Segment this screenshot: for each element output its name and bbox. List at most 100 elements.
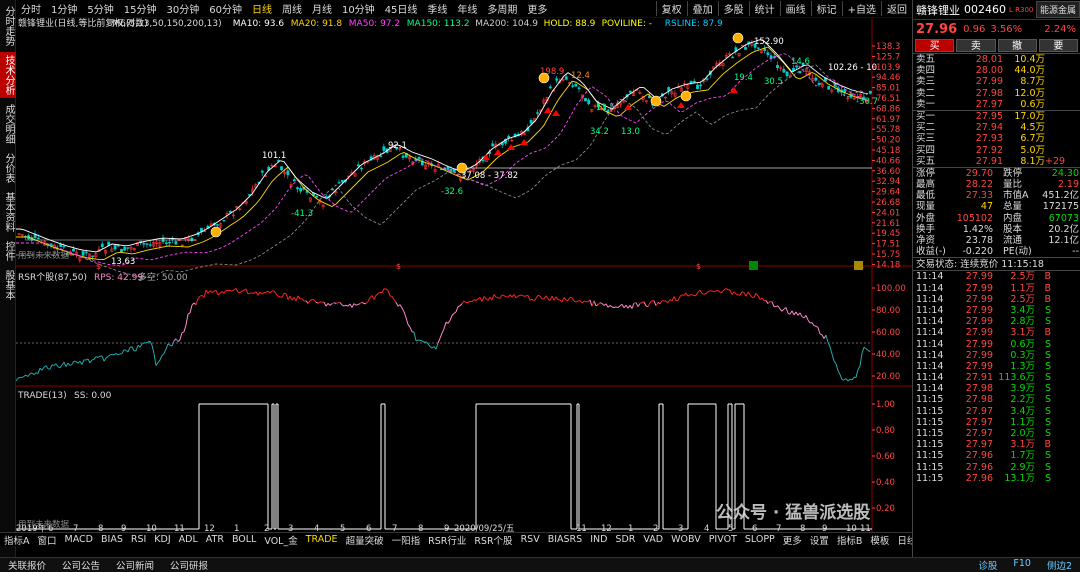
stat-value: 29.70: [965, 167, 993, 179]
period-tab[interactable]: 45日线: [380, 1, 423, 16]
action-button[interactable]: 要: [1038, 39, 1078, 52]
indicator-tab[interactable]: ATR: [202, 534, 228, 545]
period-tab[interactable]: 10分钟: [337, 1, 380, 16]
indicator-tab[interactable]: IND: [586, 534, 611, 545]
tick-side: B: [1044, 327, 1051, 339]
watermark-text: 公众号 · 猛兽派选股: [716, 502, 870, 523]
period-tab[interactable]: 日线: [247, 1, 277, 16]
status-link-right[interactable]: 侧边2: [1039, 558, 1080, 572]
indicator-tab[interactable]: VOL_金: [260, 533, 301, 547]
indicator-tab[interactable]: 超量突破: [342, 533, 388, 547]
chart-tool-button[interactable]: 叠加: [686, 1, 718, 16]
status-link-right[interactable]: 诊股: [970, 558, 1005, 572]
sidebar-tab[interactable]: 技术分析: [0, 52, 17, 98]
sector-name[interactable]: 能源金属: [1035, 1, 1080, 18]
chart-tool-button[interactable]: 多股: [717, 1, 749, 16]
candle-body: [536, 112, 539, 114]
indicator-tab[interactable]: SLOPP: [741, 534, 779, 545]
period-tab[interactable]: 周线: [277, 1, 307, 16]
period-tab[interactable]: 60分钟: [204, 1, 247, 16]
order-label: 卖五: [916, 54, 936, 65]
kline-chart[interactable]: 赣锋锂业(日线,等比前复权,对数)M6(5,13,50,150,200,13) M…: [16, 18, 912, 532]
action-button[interactable]: 买: [915, 39, 955, 52]
indicator-tab[interactable]: WOBV: [667, 534, 705, 545]
left-sidebar: 分时走势技术分析成交明细分价表基本资料控件股基本: [0, 0, 17, 560]
status-link[interactable]: 公司研报: [162, 558, 216, 572]
candle-body: [744, 47, 747, 50]
status-link[interactable]: 公司新闻: [108, 558, 162, 572]
stat-label: 净资: [916, 235, 936, 246]
tick-side: S: [1044, 472, 1051, 484]
candle-body: [222, 219, 226, 222]
indicator-tab[interactable]: RSI: [127, 534, 150, 545]
chart-tool-button[interactable]: +自选: [841, 1, 881, 16]
status-link[interactable]: 公司公告: [54, 558, 108, 572]
chart-tool-button[interactable]: 标记: [810, 1, 842, 16]
indicator-tab[interactable]: RSR行业: [424, 533, 470, 547]
action-button[interactable]: 撤: [997, 39, 1037, 52]
tick-side: S: [1044, 304, 1051, 316]
action-button[interactable]: 卖: [956, 39, 996, 52]
indicator-tab[interactable]: ADL: [175, 534, 202, 545]
rsr-segment: [501, 294, 505, 297]
indicator-tab[interactable]: BIASRS: [544, 534, 586, 545]
indicator-tab[interactable]: BIAS: [97, 534, 127, 545]
indicator-tab-right[interactable]: 指标B: [833, 533, 867, 547]
sidebar-tab[interactable]: 分时走势: [0, 3, 17, 49]
indicator-tab[interactable]: PIVOT: [705, 534, 741, 545]
order-row: 买二 27.94 4.5万: [913, 122, 1080, 133]
stat-row: 最低 27.33 市值A 451.2亿: [913, 190, 1080, 201]
indicator-tab[interactable]: 设置: [806, 533, 833, 547]
indicator-tab[interactable]: 更多: [779, 533, 806, 547]
tick-list: 11:14 27.99 2.5万 B 11:14 27.99 1.1万 B 11:14 27.99…: [913, 270, 1080, 484]
indicator-tab[interactable]: VAD: [639, 534, 667, 545]
indicator-tab[interactable]: 一阳指: [388, 533, 425, 547]
period-tab[interactable]: 多周期: [482, 1, 522, 16]
board-badge: L R300: [1009, 5, 1034, 14]
sidebar-tab[interactable]: 基本资料: [0, 189, 17, 235]
period-tab[interactable]: 15分钟: [119, 1, 162, 16]
candle-body: [782, 68, 786, 73]
indicator-tab[interactable]: RSV: [517, 534, 544, 545]
chart-tool-button[interactable]: 统计: [748, 1, 780, 16]
chart-tool-button[interactable]: 返回: [881, 1, 912, 16]
sidebar-tab[interactable]: 分价表: [0, 150, 17, 186]
indicator-tab-right[interactable]: 模板: [866, 533, 893, 547]
period-tab[interactable]: 30分钟: [161, 1, 204, 16]
indicator-tab[interactable]: TRADE: [302, 534, 342, 545]
sidebar-tab[interactable]: 控件: [0, 238, 17, 264]
chart-tool-button[interactable]: 复权: [655, 1, 687, 16]
period-tab[interactable]: 月线: [307, 1, 337, 16]
trade-tick: 0.80: [876, 426, 895, 436]
indicator-tab[interactable]: MACD: [61, 534, 97, 545]
period-tab[interactable]: 1分钟: [46, 1, 82, 16]
candle-body: [827, 85, 831, 90]
indicator-tab[interactable]: 窗口: [34, 533, 61, 547]
date-tick: 12: [204, 524, 215, 532]
tick-volume: 13.1万: [1004, 472, 1035, 484]
sidebar-tab[interactable]: 股基本: [0, 267, 17, 303]
sell-marker: $: [96, 262, 101, 271]
rsr-segment: [611, 306, 615, 309]
status-link[interactable]: 关联报价: [0, 558, 54, 572]
chart-tool-button[interactable]: 画线: [779, 1, 811, 16]
indicator-tab[interactable]: 指标A: [0, 533, 34, 547]
sidebar-tab[interactable]: 成交明细: [0, 101, 17, 147]
indicator-tab[interactable]: SDR: [611, 534, 639, 545]
indicator-tab[interactable]: BOLL: [228, 534, 260, 545]
period-tab[interactable]: 分时: [16, 1, 46, 16]
candle-body: [62, 245, 66, 248]
period-tab[interactable]: 更多: [522, 1, 552, 16]
order-label: 卖一: [916, 98, 936, 110]
tick-side: S: [1044, 360, 1051, 372]
status-bar: 关联报价 公司公告 公司新闻 公司研报 诊股 F10 侧边2: [0, 557, 1080, 572]
status-link-right[interactable]: F10: [1005, 558, 1039, 572]
period-tab[interactable]: 年线: [452, 1, 482, 16]
period-tab[interactable]: 季线: [422, 1, 452, 16]
candle-body: [292, 179, 296, 182]
indicator-tab[interactable]: KDJ: [150, 534, 174, 545]
stat-value: 105102: [956, 212, 993, 224]
trade-tick: 0.20: [876, 504, 895, 514]
indicator-tab[interactable]: RSR个股: [470, 533, 516, 547]
period-tab[interactable]: 5分钟: [82, 1, 118, 16]
